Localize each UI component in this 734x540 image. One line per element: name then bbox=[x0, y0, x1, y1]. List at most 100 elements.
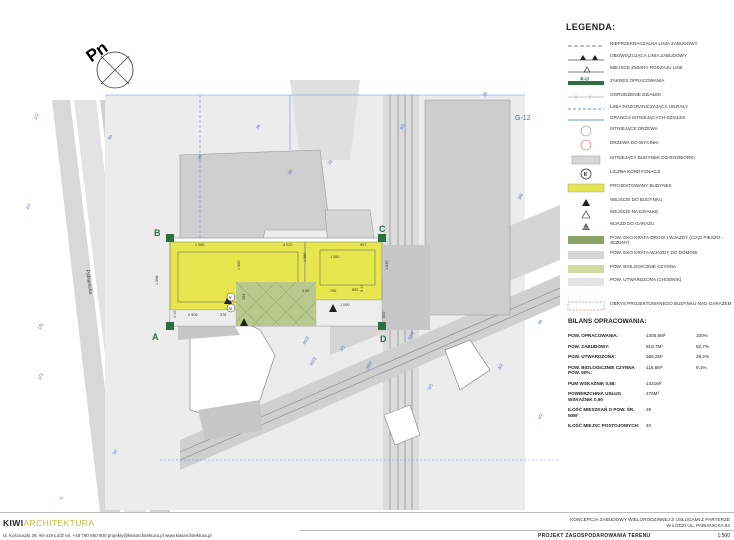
green-band-icon: A-D bbox=[568, 77, 604, 85]
balance-row: POW. BIOLOGICZNIE CZYNNA POW. 50%: 118,6m… bbox=[568, 365, 728, 376]
dimension-label: 1 008 bbox=[155, 275, 159, 285]
legend-item: ISTNIEJĄCY BUDYNEK DO ROZBIÓRKI bbox=[566, 154, 730, 166]
road-label: G-12 bbox=[515, 115, 531, 122]
balance-row: POW. ZABUDOWY: 818,7m² 62,7% bbox=[568, 344, 728, 350]
project-site bbox=[166, 234, 386, 330]
legend-item: WEJŚCIE DO BUDYNKU bbox=[566, 196, 730, 208]
dimension-label: 1 000 bbox=[237, 260, 241, 270]
dimension-label: 907 bbox=[360, 243, 366, 247]
fence-line-icon bbox=[568, 95, 604, 99]
contact-line: ul. Kościuszki 28, 90-419 Łódź tel. +48 … bbox=[3, 533, 212, 538]
dimension-label: 1 645 bbox=[385, 260, 389, 270]
balance-row: PUM WSKAŹNIK 0,68: 1421m² bbox=[568, 381, 728, 387]
balance-percent: 62,7% bbox=[696, 343, 710, 349]
balance-percent bbox=[696, 391, 726, 402]
legend-item: ISTNIEJĄCE DRZEWA bbox=[566, 125, 730, 137]
lightgrey-box-icon bbox=[568, 251, 604, 259]
balance-percent: 100% bbox=[696, 333, 708, 338]
dimension-label: 354 bbox=[242, 294, 246, 300]
legend-item: NIEPRZEKRACZALNA LINIA ZABUDOWY bbox=[566, 40, 730, 52]
floor-count-mark: IV bbox=[229, 307, 233, 311]
legend-item-label: POW. UTWARDZONA (CHODNIK) bbox=[610, 277, 682, 282]
balance-value: 1421m² bbox=[646, 380, 662, 386]
legend-item: OGRODZENIE DZIAŁEK bbox=[566, 91, 730, 103]
green-box-icon bbox=[568, 236, 604, 244]
neighbour-building-east bbox=[424, 99, 511, 316]
north-arrow-icon: Pn bbox=[83, 38, 134, 89]
balance-value: 276m² bbox=[646, 391, 660, 396]
boundary-label: A-D bbox=[580, 77, 589, 83]
corner-marker-c bbox=[378, 234, 386, 242]
balance-percent bbox=[696, 381, 726, 387]
project-line-2: W ŁODZI UL. PABIANICKA 52 bbox=[666, 522, 730, 528]
tree-circle-icon bbox=[580, 125, 592, 137]
corner-label-c: C bbox=[379, 224, 386, 234]
legend-item-label: GRANICA ISTNIEJĄCYCH DZIAŁEK bbox=[610, 115, 686, 120]
legend-item-label: WEJŚCIE NA DZIAŁKĘ bbox=[610, 209, 659, 214]
triangle-hatched-icon bbox=[582, 223, 590, 230]
company-logo: KIWIARCHITEKTURA bbox=[3, 518, 94, 528]
corner-marker-b bbox=[166, 234, 174, 242]
legend-item: POW. EKO KRATA-WJAZDY DO DOMÓW bbox=[566, 249, 730, 261]
balance-title: BILANS OPRACOWANIA: bbox=[568, 318, 647, 325]
corner-label-a: A bbox=[152, 332, 159, 342]
dimension-label: 1 080 bbox=[330, 255, 340, 259]
logo-kiwi: KIWI bbox=[3, 518, 24, 528]
balance-value: 118,6m² bbox=[646, 364, 663, 370]
dimension-label: 3 00 bbox=[302, 289, 309, 293]
legend-item-label: POW. BIOLOGICZNIE CZYNNA bbox=[610, 264, 677, 269]
balance-percent bbox=[696, 407, 726, 418]
dimension-label: 1 080 bbox=[195, 243, 205, 247]
legend-item: PROJEKTOWANY BUDYNEK bbox=[566, 182, 730, 194]
plot-number: 36 bbox=[537, 318, 544, 325]
legend-item-label: DRZEWA DO WYCINKI bbox=[610, 140, 659, 145]
legend: LEGENDA: NIEPRZEKRACZALNA LINIA ZABUDOWY… bbox=[566, 22, 731, 311]
legend-item-label: LINIA ROZGRANICZAJĄCA UDZIAŁY bbox=[610, 104, 689, 109]
plot-number: 1/2 bbox=[33, 112, 41, 120]
legend-item: POW. UTWARDZONA (CHODNIK) bbox=[566, 276, 730, 288]
legend-item: WEJŚCIE NA DZIAŁKĘ bbox=[566, 208, 730, 220]
dimension-label: 378 bbox=[220, 313, 226, 317]
tree-red-icon bbox=[580, 139, 592, 151]
balance-percent: 28,2% bbox=[696, 354, 710, 359]
balance-label: PUM WSKAŹNIK 0,68: bbox=[568, 380, 616, 386]
legend-item-label: ISTNIEJĄCE DRZEWA bbox=[610, 126, 658, 131]
legend-item: II LICZBA KONDYGNACJI bbox=[566, 168, 730, 180]
balance-value: 368,2m² bbox=[646, 354, 663, 359]
drawing-title: PROJEKT ZAGOSPODAROWANIA TERENU bbox=[538, 533, 651, 539]
balance-row: POW. UTWARDZONA: 368,2m² 28,2% bbox=[568, 354, 728, 360]
legend-item-label: PROJEKTOWANY BUDYNEK bbox=[610, 183, 672, 188]
legend-item-label: ZAKRES OPRACOWANIA bbox=[610, 78, 665, 83]
dimension-label: 3 022 bbox=[283, 243, 293, 247]
parcel-strip bbox=[290, 80, 360, 160]
dash-line-icon bbox=[568, 45, 604, 47]
legend-item-label: OGRODZENIE DZIAŁEK bbox=[610, 92, 662, 97]
site-plan-sheet: Pn Pabianicka G-12 1/2 8a 39 5 1/5 2/2 2… bbox=[0, 0, 734, 540]
triangle-line-icon bbox=[568, 55, 604, 61]
triangle-solid-icon bbox=[582, 199, 590, 206]
plot-number: 1/3 bbox=[37, 372, 45, 380]
legend-item-label: NIEPRZEKRACZALNA LINIA ZABUDOWY bbox=[610, 41, 698, 46]
balance-row: ILOŚĆ MIEJSC POSTOJOWYCH: 40 bbox=[568, 423, 728, 429]
legend-item: A-D ZAKRES OPRACOWANIA bbox=[566, 77, 730, 89]
legend-title: LEGENDA: bbox=[566, 22, 616, 32]
legend-item: POW. EKO KRATA-DROGI I WJAZDY (CIĄG PIES… bbox=[566, 234, 730, 246]
legend-item: DRZEWA DO WYCINKI bbox=[566, 139, 730, 151]
corner-marker-a bbox=[166, 322, 174, 330]
triangle-outline-icon bbox=[581, 210, 591, 219]
legend-item-label: MIEJSCE ZMIANY RODZAJU LINII bbox=[610, 65, 683, 70]
grey2-box-icon bbox=[568, 278, 604, 286]
drawing-scale: 1:500 bbox=[717, 533, 730, 539]
shadow-east bbox=[383, 245, 430, 330]
balance-value: 1306,6m² bbox=[646, 333, 666, 338]
site-plan-drawing: Pn PabianickaG-121/28a3951/52/229301/332… bbox=[25, 38, 560, 512]
red-dash-box-icon bbox=[567, 301, 605, 311]
legend-item-label: ISTNIEJĄCY BUDYNEK DO ROZBIÓRKI bbox=[610, 155, 695, 160]
balance-rows: POW. OPRACOWANIA: 1306,6m² 100% POW. ZABUDO… bbox=[568, 333, 728, 429]
balance-row: ILOŚĆ MIESZKAŃ O POW. ŚR. 50M² 29 bbox=[568, 407, 728, 418]
balance-label: POW. ZABUDOWY: bbox=[568, 343, 610, 349]
legend-item: OBRYS PROJEKTOWANEGO BUDYNKU NAD GARAŻEM bbox=[566, 300, 731, 312]
dimension-label: 5 14 bbox=[360, 285, 364, 292]
balance-row: POWIERZCHNIA USŁUG WSKAŹNIK 0,90 276m² bbox=[568, 391, 728, 402]
triangle-outline-line-icon bbox=[568, 66, 604, 73]
